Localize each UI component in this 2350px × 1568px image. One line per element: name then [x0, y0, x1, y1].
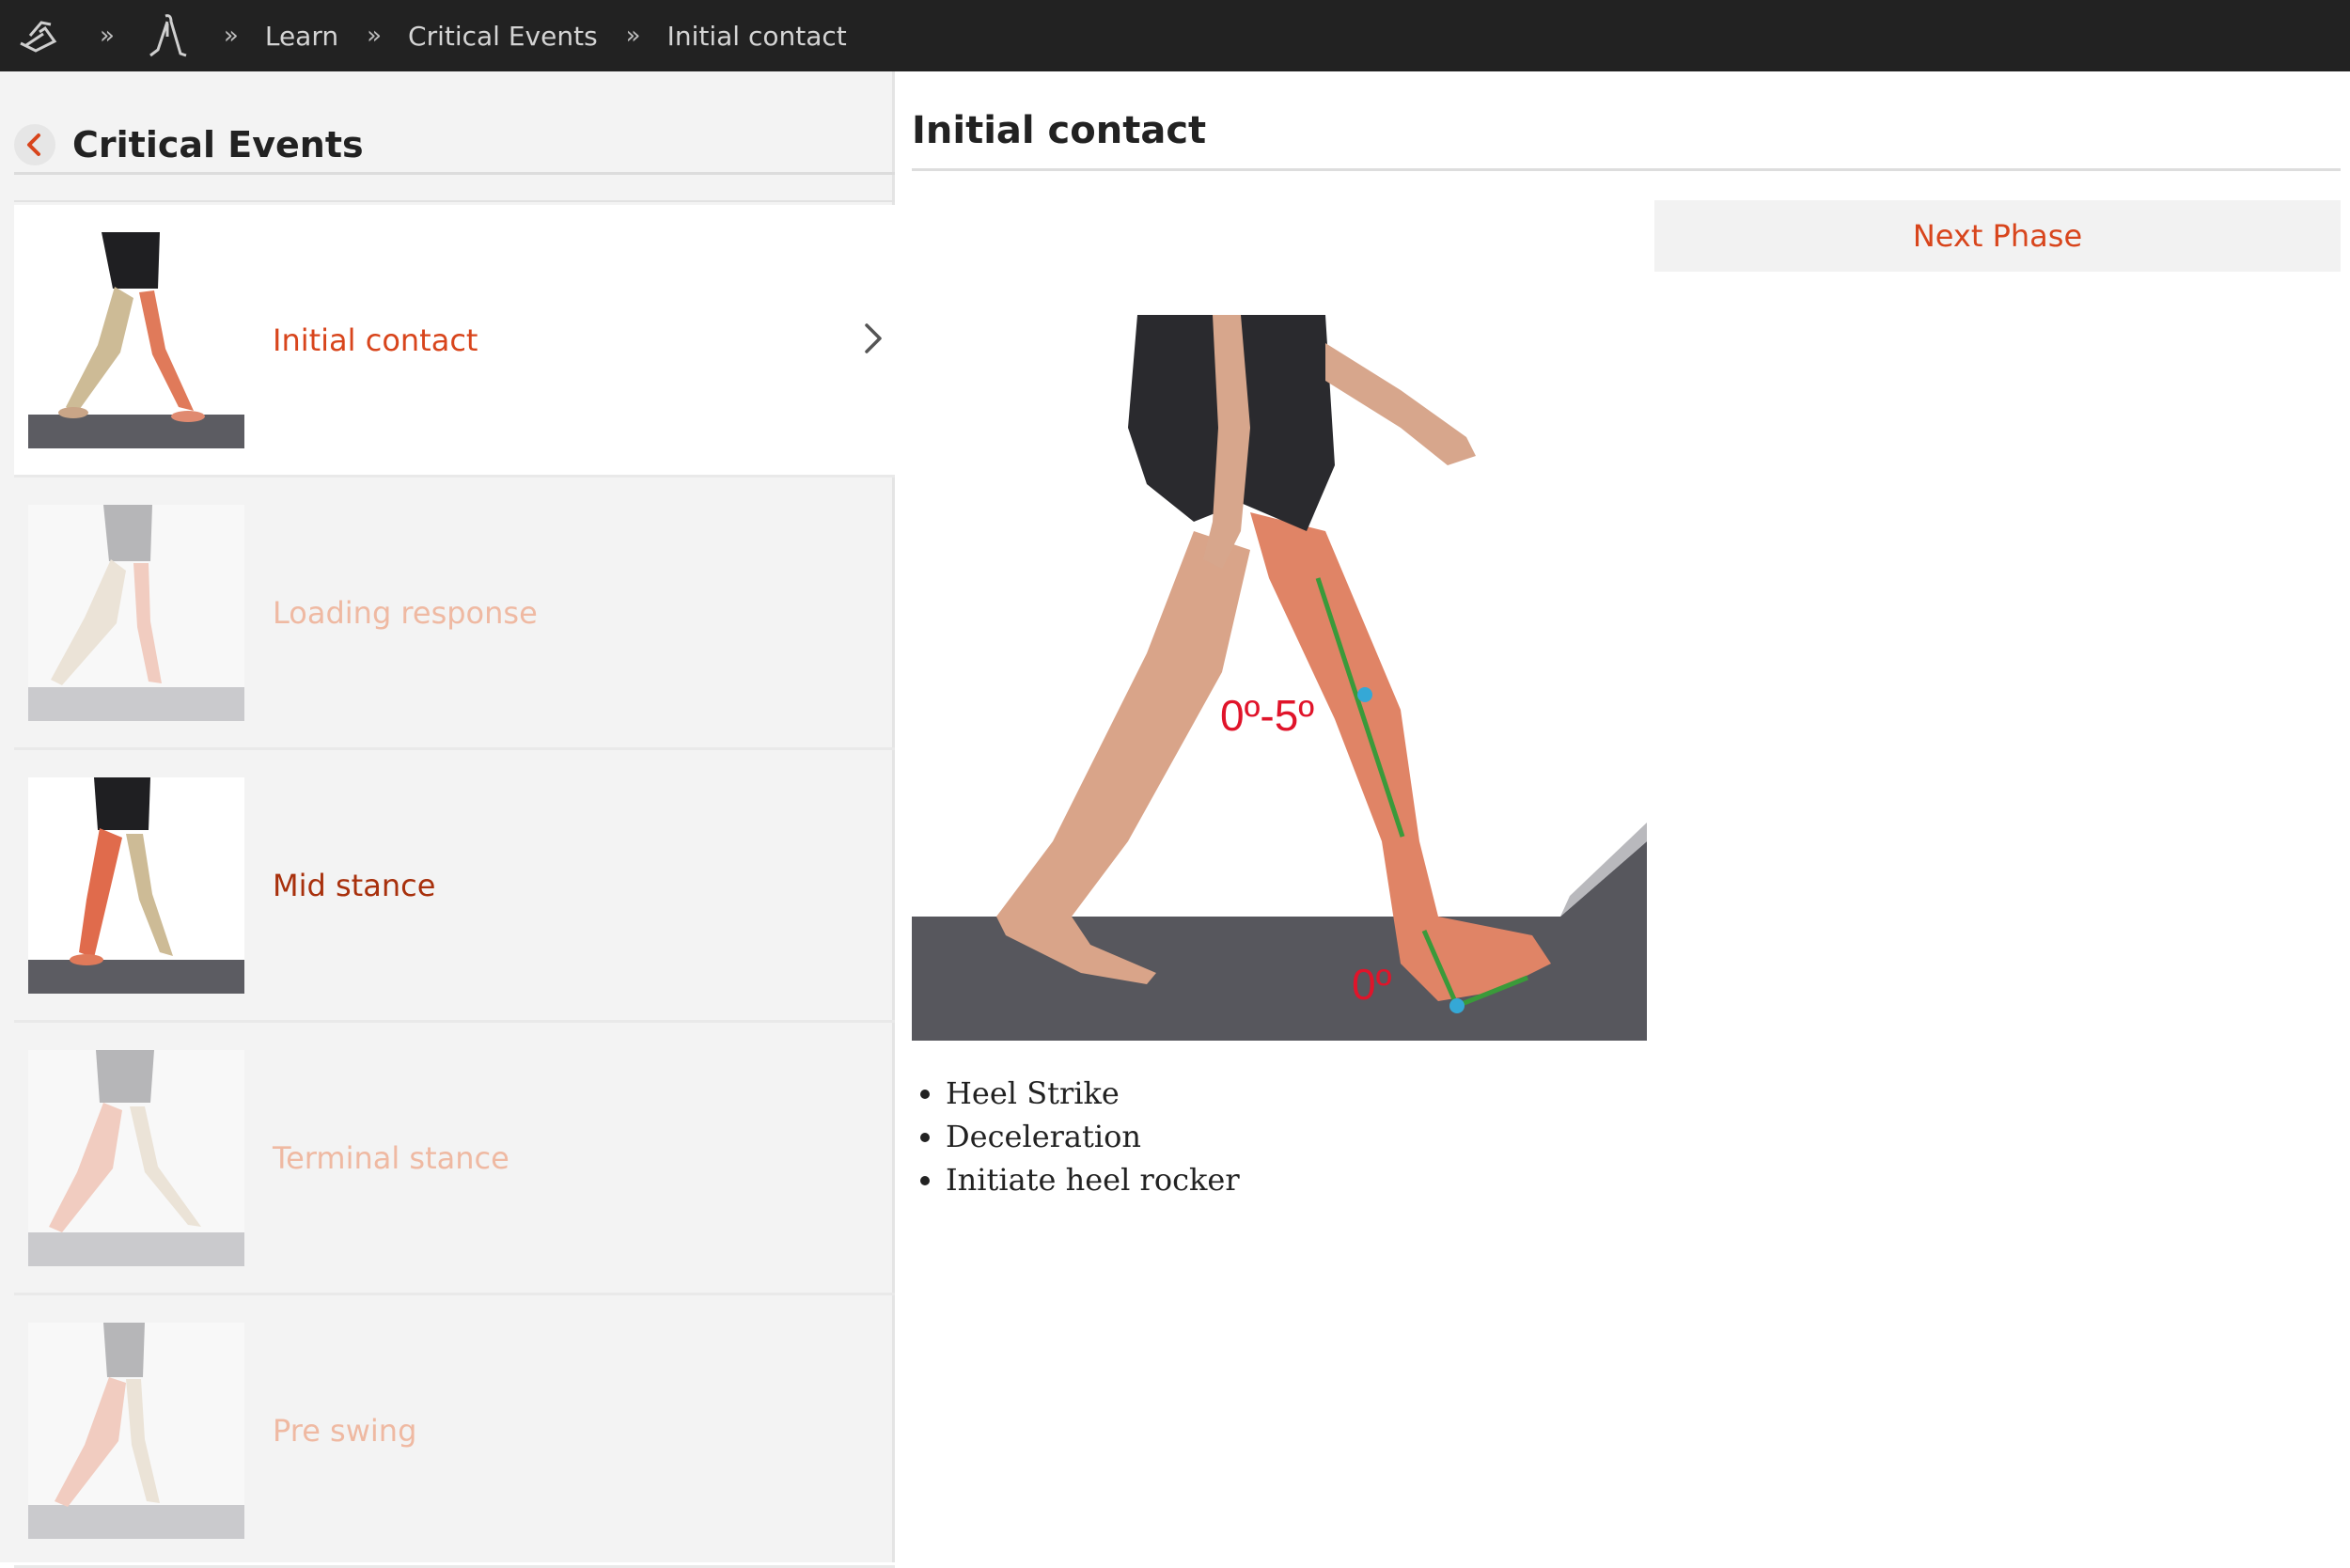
phase-item-mid-stance[interactable]: Mid stance [14, 750, 895, 1023]
phase-label: Pre swing [273, 1412, 417, 1449]
phase-list: Initial contact Loading response Mid sta… [14, 205, 895, 1568]
ankle-angle-label: 0º [1352, 960, 1392, 1009]
phase-item-loading-response[interactable]: Loading response [14, 478, 895, 750]
breadcrumb-separator: » [223, 22, 239, 50]
phase-thumbnail [28, 1322, 244, 1539]
phase-label: Initial contact [273, 321, 478, 358]
phase-thumbnail [28, 504, 244, 721]
phase-label: Terminal stance [273, 1139, 509, 1176]
back-leg [996, 531, 1250, 984]
walking-icon[interactable] [145, 12, 190, 59]
phase-thumbnail [28, 231, 244, 448]
phase-item-terminal-stance[interactable]: Terminal stance [14, 1023, 895, 1295]
breadcrumb-initial-contact: Initial contact [666, 20, 847, 52]
breadcrumb-separator: » [625, 22, 641, 50]
breadcrumb-separator: » [100, 22, 115, 50]
list-item: Initiate heel rocker [946, 1158, 1240, 1201]
phase-item-initial-contact[interactable]: Initial contact [14, 205, 895, 478]
next-phase-button[interactable]: Next Phase [1654, 200, 2341, 272]
breadcrumb-learn[interactable]: Learn [265, 21, 338, 52]
breadcrumb-critical-events[interactable]: Critical Events [408, 21, 598, 52]
divider [14, 172, 895, 175]
phase-label: Mid stance [273, 867, 436, 903]
arm-back [1325, 343, 1476, 465]
sidebar: Critical Events Initial contact Loading … [0, 71, 895, 1568]
top-bar: » » Learn » Critical Events » Initial co… [0, 0, 2350, 71]
phase-thumbnail [28, 776, 244, 994]
gait-figure: 0º-5º 0º [912, 315, 1647, 1041]
list-item: Deceleration [946, 1115, 1240, 1158]
list-item: Heel Strike [946, 1072, 1240, 1115]
app-logo-icon[interactable] [17, 15, 66, 56]
phase-item-pre-swing[interactable]: Pre swing [14, 1295, 895, 1568]
key-points-list: Heel Strike Deceleration Initiate heel r… [912, 1072, 1240, 1201]
back-arrow-icon[interactable] [14, 123, 55, 165]
knee-joint-marker [1357, 687, 1372, 702]
knee-angle-label: 0º-5º [1220, 691, 1314, 740]
phase-thumbnail [28, 1049, 244, 1266]
divider [912, 168, 2341, 171]
breadcrumb-separator: » [367, 22, 383, 50]
sidebar-header: Critical Events [14, 109, 895, 180]
ankle-joint-marker [1449, 998, 1465, 1013]
page-title: Initial contact [912, 109, 1207, 152]
phase-label: Loading response [273, 594, 538, 631]
sidebar-title: Critical Events [72, 123, 364, 165]
chevron-right-icon[interactable] [861, 320, 885, 361]
divider [14, 200, 895, 202]
